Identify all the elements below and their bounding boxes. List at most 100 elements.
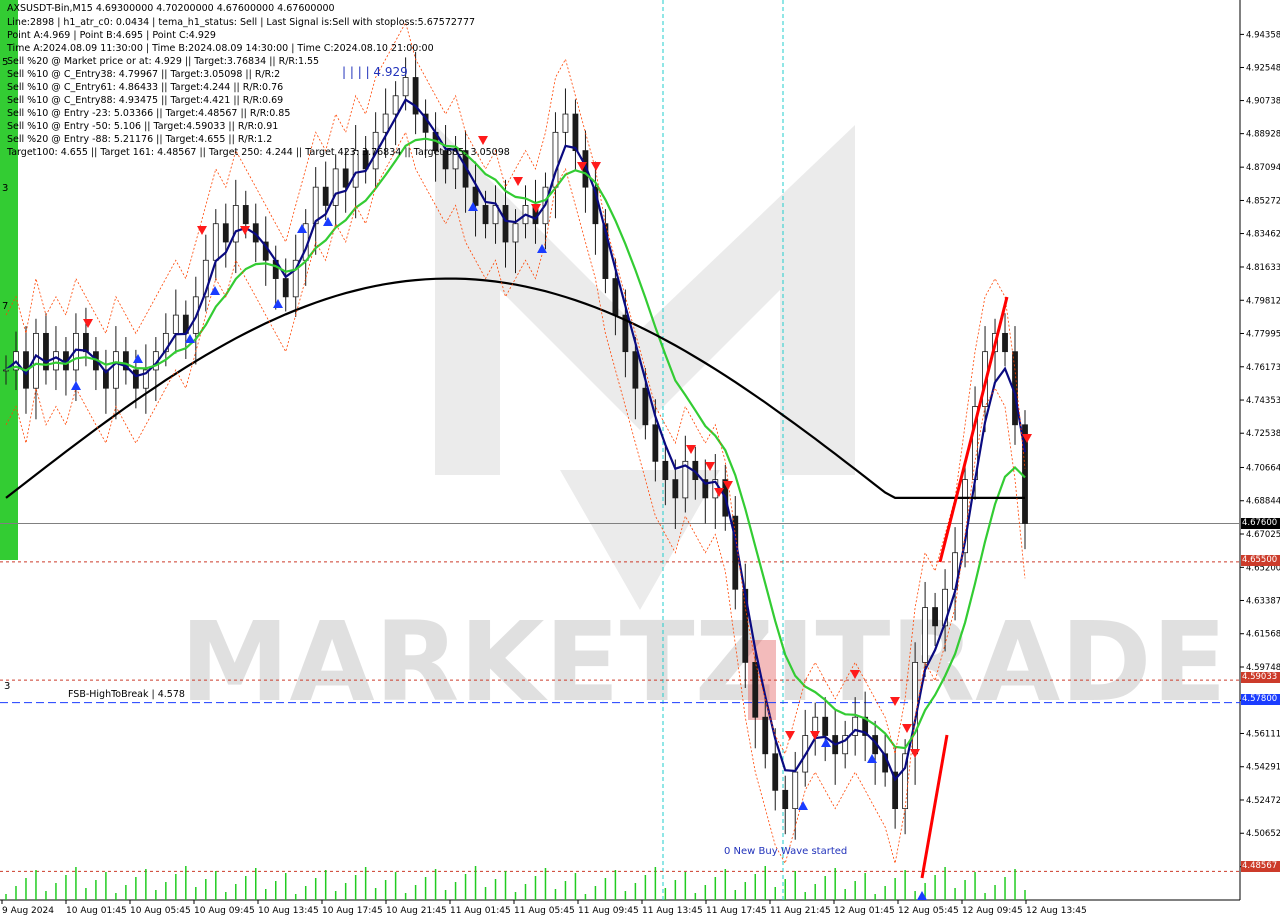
price-tag-fsb: 4.57800: [1241, 694, 1280, 705]
x-tick-label-3: 10 Aug 09:45: [194, 906, 255, 916]
buy-arrow-icon-3: [210, 286, 220, 295]
x-tick-label-8: 11 Aug 05:45: [514, 906, 575, 916]
info-line-4: Sell %20 @ Market price or at: 4.929 || …: [7, 56, 320, 67]
zigzag-up-2: [920, 734, 949, 879]
candle-body-63: [632, 351, 639, 389]
candle-body-51: [512, 223, 519, 243]
y-tick-label-25: 4.50652: [1246, 829, 1280, 839]
candle-body-75: [752, 661, 759, 718]
sell-arrow-icon-8: [686, 445, 696, 454]
zigzag-up-1: [938, 296, 1009, 563]
candle-body-93: [932, 607, 938, 627]
ema-slow-line: [5, 277, 1025, 499]
candle-body-57: [572, 113, 579, 152]
y-tick-label-22: 4.56111: [1246, 729, 1280, 739]
left-digit-1: 7: [2, 301, 9, 312]
y-tick-label-10: 4.77995: [1246, 329, 1280, 339]
info-line-7: Sell %10 @ C_Entry88: 4.93475 || Target:…: [7, 95, 284, 106]
y-tick-label-24: 4.52472: [1246, 796, 1280, 806]
candle-body-82: [822, 716, 829, 736]
x-tick-label-14: 12 Aug 05:45: [898, 906, 959, 916]
candle-body-40: [402, 77, 409, 97]
buy-arrow-icon-6: [323, 217, 333, 226]
y-tick-label-6: 4.85272: [1246, 196, 1280, 206]
candle-body-67: [672, 479, 679, 499]
x-tick-label-5: 10 Aug 17:45: [322, 906, 383, 916]
y-tick-label-15: 4.68844: [1246, 497, 1280, 507]
candle-body-79: [792, 771, 799, 810]
candle-body-17: [172, 314, 179, 334]
candle-body-78: [782, 789, 789, 810]
buy-arrow-icon-4: [273, 299, 283, 308]
y-tick-label-13: 4.72538: [1246, 429, 1280, 439]
sell-arrow-icon-1: [197, 226, 207, 235]
y-tick-label-2: 4.92548: [1246, 63, 1280, 73]
info-line-2: Point A:4.969 | Point B:4.695 | Point C:…: [7, 30, 216, 41]
x-tick-label-7: 11 Aug 01:45: [450, 906, 511, 916]
fsb-label: FSB-HighToBreak | 4.578: [68, 689, 185, 700]
x-tick-label-0: 9 Aug 2024: [2, 906, 54, 916]
y-tick-label-7: 4.83462: [1246, 230, 1280, 240]
sell-arrow-icon-4: [513, 177, 523, 186]
y-tick-label-23: 4.54291: [1246, 763, 1280, 773]
sell-arrow-icon-9: [705, 462, 715, 471]
left-digit-0: 3: [2, 183, 9, 194]
info-line-5: Sell %10 @ C_Entry38: 4.79967 || Target:…: [7, 69, 281, 80]
info-line-11: Target100: 4.655 || Target 161: 4.48567 …: [7, 147, 510, 158]
info-line-3: Time A:2024.08.09 11:30:00 | Time B:2024…: [7, 43, 434, 54]
candle-body-39: [392, 95, 399, 115]
left-digit-3: 5: [2, 57, 9, 68]
y-tick-label-18: 4.63387: [1246, 596, 1280, 606]
left-digit-2: 3: [4, 681, 11, 692]
watermark-text: MARKETZITRADE: [180, 598, 1227, 726]
buy-arrow-icon-0: [71, 381, 81, 390]
candle-body-32: [322, 186, 329, 206]
candle-body-8: [83, 332, 89, 353]
x-tick-label-15: 12 Aug 09:45: [962, 906, 1023, 916]
chart-root: MARKETZITRADE 4.94358 4.92548 4.90738 4.8892…: [0, 0, 1280, 920]
x-tick-label-11: 11 Aug 17:45: [706, 906, 767, 916]
candle-body-24: [242, 205, 249, 225]
y-tick-label-3: 4.90738: [1246, 97, 1280, 107]
y-tick-label-14: 4.70664: [1246, 463, 1280, 473]
candle-body-34: [342, 168, 349, 188]
buy-arrow-icon-2: [185, 334, 195, 343]
y-tick-label-4: 4.88928: [1246, 130, 1280, 140]
info-line-9: Sell %10 @ Entry -50: 5.106 || Target:4.…: [7, 121, 279, 132]
candle-body-5: [53, 351, 59, 371]
x-tick-label-9: 11 Aug 09:45: [578, 906, 639, 916]
y-tick-label-19: 4.61568: [1246, 630, 1280, 640]
candle-body-47: [472, 186, 479, 206]
candle-body-28: [282, 278, 289, 298]
candle-body-11: [112, 351, 119, 389]
buy-arrow-icon-9: [798, 801, 808, 810]
buy-arrow-icon-1: [133, 354, 143, 363]
new-wave-label: 0 New Buy Wave started: [724, 846, 848, 857]
candle-body-64: [642, 387, 649, 426]
candle-body-31: [312, 186, 319, 225]
sell-arrow-icon-0: [83, 319, 93, 328]
y-tick-label-1: 4.94358: [1246, 30, 1280, 40]
candle-body-100: [1002, 332, 1008, 353]
candle-body-66: [662, 460, 669, 481]
price-tag-target161: 4.48567: [1241, 861, 1280, 872]
sell-arrow-icon-3: [478, 136, 488, 145]
y-tick-label-9: 4.79812: [1246, 296, 1280, 306]
watermark-logo-v: [560, 470, 720, 610]
info-line-10: Sell %20 @ Entry -88: 5.21176 || Target:…: [7, 134, 273, 145]
point-c-marker-text: | | | | 4.929: [342, 65, 408, 79]
sell-arrow-icon-7: [591, 162, 601, 171]
y-tick-label-8: 4.81633: [1246, 263, 1280, 273]
candle-body-61: [612, 278, 619, 316]
candle-body-50: [502, 205, 509, 243]
info-line-6: Sell %10 @ C_Entry61: 4.86433 || Target:…: [7, 82, 284, 93]
info-line-1: Line:2898 | h1_atr_c0: 0.0434 | tema_h1_…: [7, 17, 476, 28]
candle-body-76: [762, 716, 769, 755]
candle-body-65: [652, 424, 659, 462]
price-tag-target100: 4.65500: [1241, 555, 1280, 566]
sell-arrow-icon-12: [785, 731, 795, 740]
x-tick-label-13: 12 Aug 01:45: [834, 906, 895, 916]
y-tick-label-12: 4.74353: [1246, 396, 1280, 406]
y-tick-label-11: 4.76173: [1246, 363, 1280, 373]
y-tick-label-5: 4.87094: [1246, 163, 1280, 173]
